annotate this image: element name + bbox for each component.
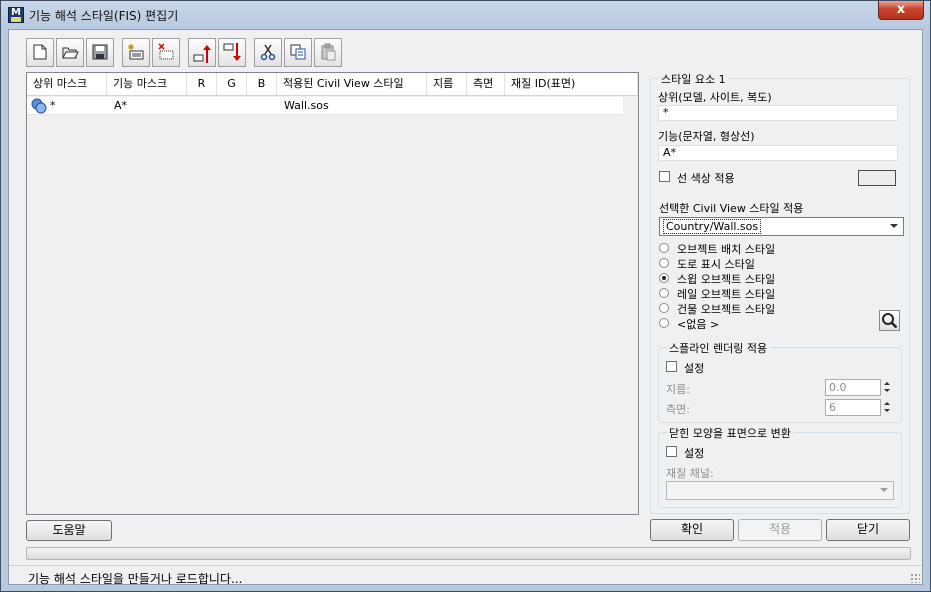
cell-feature-mask: A* [114, 99, 128, 112]
paste-icon [321, 43, 336, 61]
radio-building-object[interactable] [659, 303, 669, 313]
closed-shape-enable-label: 설정 [684, 447, 705, 460]
style-dropdown-value: Country/Wall.sos [663, 219, 762, 234]
apply-style-label: 선택한 Civil View 스타일 적용 [659, 202, 804, 215]
browse-style-button[interactable] [879, 310, 900, 331]
status-bar: 기능 해석 스타일을 만들거나 로드합니다... [9, 565, 922, 586]
diameter-spinner[interactable] [882, 379, 893, 396]
column-g[interactable]: G [217, 73, 247, 95]
column-material-id[interactable]: 재질 ID(표면) [505, 73, 638, 95]
move-down-button[interactable] [218, 38, 246, 67]
feature-mask-field[interactable]: A* [658, 145, 898, 161]
parent-label: 상위(모델, 사이트, 복도) [658, 91, 772, 104]
radio-none[interactable] [659, 318, 669, 328]
spline-render-title: 스플라인 렌더링 적용 [667, 340, 770, 356]
cell-parent-mask: * [50, 99, 56, 112]
chevron-down-icon [876, 483, 892, 498]
help-button[interactable]: 도움말 [26, 520, 112, 541]
dialog-body: 상위 마스크 기능 마스크 R G B 적용된 Civil View 스타일 지… [8, 29, 923, 586]
open-button[interactable] [56, 38, 84, 67]
add-rule-icon [128, 44, 144, 60]
sides-label: 측면: [666, 403, 690, 416]
column-parent-mask[interactable]: 상위 마스크 [27, 73, 107, 95]
rule-grid[interactable]: 상위 마스크 기능 마스크 R G B 적용된 Civil View 스타일 지… [26, 72, 639, 515]
closed-shape-title: 닫힌 모양을 표면으로 변환 [667, 425, 793, 441]
feature-label: 기능(문자열, 형상선) [658, 130, 755, 143]
line-color-checkbox[interactable] [659, 171, 670, 182]
radio-object-placement[interactable] [659, 243, 669, 253]
close-window-button[interactable]: x [878, 1, 924, 20]
column-b[interactable]: B [247, 73, 277, 95]
column-feature-mask[interactable]: 기능 마스크 [107, 73, 187, 95]
move-up-button[interactable] [188, 38, 216, 67]
radio-label-none: <없음 > [677, 318, 720, 331]
window-title: 기능 해석 스타일(FIS) 편집기 [29, 9, 179, 23]
radio-sweep-object[interactable] [659, 273, 669, 283]
save-button[interactable] [86, 38, 114, 67]
column-style[interactable]: 적용된 Civil View 스타일 [277, 73, 427, 95]
status-text: 기능 해석 스타일을 만들거나 로드합니다... [28, 572, 243, 586]
add-rule-button[interactable] [122, 38, 150, 67]
line-color-label: 선 색상 적용 [677, 172, 735, 185]
title-bar[interactable]: M 기능 해석 스타일(FIS) 편집기 x [1, 1, 930, 28]
new-button[interactable] [26, 38, 54, 67]
progress-bar [26, 547, 911, 560]
delete-rule-button[interactable] [152, 38, 180, 67]
grid-header: 상위 마스크 기능 마스크 R G B 적용된 Civil View 스타일 지… [27, 73, 638, 96]
move-up-icon [193, 45, 211, 63]
radio-label-object-placement: 오브젝트 배치 스타일 [677, 243, 776, 256]
radio-road-marking[interactable] [659, 258, 669, 268]
cut-button[interactable] [254, 38, 282, 67]
close-button[interactable]: 닫기 [826, 519, 910, 541]
delete-rule-icon [158, 43, 174, 60]
material-channel-label: 재질 채널: [666, 467, 714, 480]
spline-enable-label: 설정 [684, 362, 705, 375]
copy-button[interactable] [284, 38, 312, 67]
radio-label-building-object: 건물 오브젝트 스타일 [677, 303, 776, 316]
column-sides[interactable]: 측면 [467, 73, 505, 95]
copy-icon [290, 44, 306, 60]
app-icon-letter: M [11, 7, 21, 18]
sides-input[interactable]: 6 [825, 399, 881, 416]
magnifier-icon [882, 313, 898, 329]
save-icon [92, 44, 108, 60]
column-diameter[interactable]: 지름 [427, 73, 467, 95]
table-row[interactable]: * A* Wall.sos [27, 97, 623, 115]
paste-button[interactable] [314, 38, 342, 67]
open-folder-icon [62, 47, 79, 59]
radio-label-rail-object: 레일 오브젝트 스타일 [677, 288, 776, 301]
app-icon: M [8, 7, 24, 23]
closed-shape-checkbox[interactable] [666, 446, 677, 457]
style-element-title: 스타일 요소 1 [659, 71, 728, 87]
resize-grip-icon[interactable] [910, 573, 920, 583]
cell-style: Wall.sos [284, 99, 329, 112]
move-down-icon [223, 43, 241, 61]
ok-button[interactable]: 확인 [650, 519, 734, 541]
sides-spinner[interactable] [882, 399, 893, 416]
line-color-swatch[interactable] [858, 170, 896, 186]
radio-rail-object[interactable] [659, 288, 669, 298]
diameter-label: 지름: [666, 383, 690, 396]
fis-editor-window: M 기능 해석 스타일(FIS) 편집기 x 상위 마스크 기능 마스크 R G… [0, 0, 931, 592]
column-r[interactable]: R [187, 73, 217, 95]
apply-button[interactable]: 적용 [738, 519, 822, 541]
radio-label-road-marking: 도로 표시 스타일 [677, 258, 755, 271]
material-channel-dropdown[interactable] [666, 481, 894, 500]
parent-mask-field[interactable]: * [658, 105, 898, 121]
new-icon [33, 44, 47, 60]
style-dropdown[interactable]: Country/Wall.sos [659, 217, 904, 236]
chevron-down-icon [886, 219, 902, 234]
cut-icon [260, 44, 276, 61]
diameter-input[interactable]: 0.0 [825, 379, 881, 396]
radio-label-sweep-object: 스윕 오브젝트 스타일 [677, 273, 776, 286]
spline-enable-checkbox[interactable] [666, 361, 677, 372]
